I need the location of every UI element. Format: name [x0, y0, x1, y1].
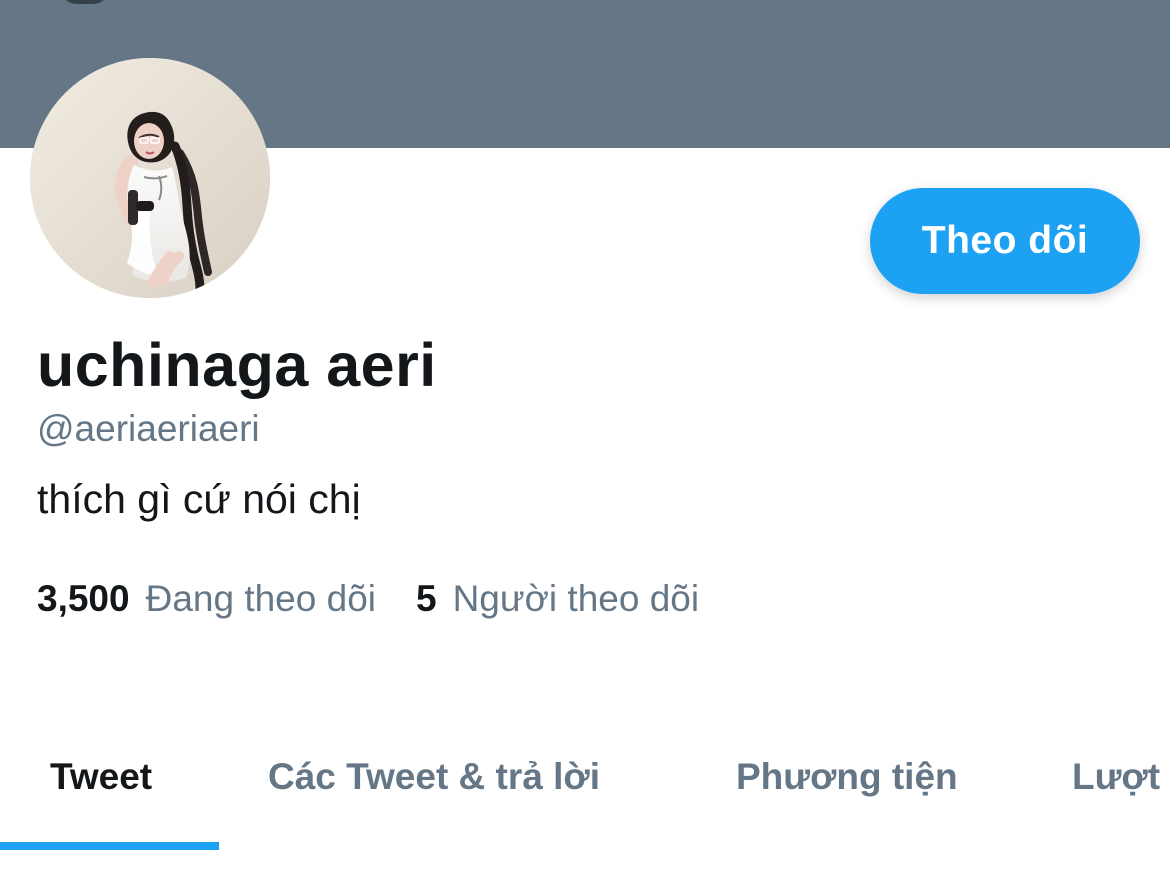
following-count: 3,500 — [37, 578, 130, 619]
profile-page: Theo dõi uchinaga aeri @aeriaeriaeri thí… — [0, 0, 1170, 877]
followers-count: 5 — [416, 578, 437, 619]
profile-handle: @aeriaeriaeri — [37, 408, 260, 449]
active-tab-indicator — [0, 842, 219, 850]
tab-tweets-and-replies[interactable]: Các Tweet & trả lời — [268, 756, 600, 798]
tab-likes[interactable]: Lượt — [1072, 756, 1160, 798]
banner-decoration — [62, 0, 108, 4]
tab-tweet[interactable]: Tweet — [50, 756, 152, 798]
avatar[interactable] — [30, 58, 270, 298]
profile-stats: 3,500 Đang theo dõi 5 Người theo dõi — [37, 578, 699, 620]
followers-stat[interactable]: 5 Người theo dõi — [416, 578, 699, 620]
display-name: uchinaga aeri — [37, 331, 437, 399]
following-label: Đang theo dõi — [145, 578, 376, 619]
follow-button[interactable]: Theo dõi — [870, 188, 1140, 294]
profile-bio: thích gì cứ nói chị — [37, 476, 361, 522]
profile-tabs: Tweet Các Tweet & trả lời Phương tiện Lư… — [0, 738, 1170, 850]
tab-media[interactable]: Phương tiện — [736, 756, 958, 798]
followers-label: Người theo dõi — [452, 578, 700, 619]
following-stat[interactable]: 3,500 Đang theo dõi — [37, 578, 376, 620]
